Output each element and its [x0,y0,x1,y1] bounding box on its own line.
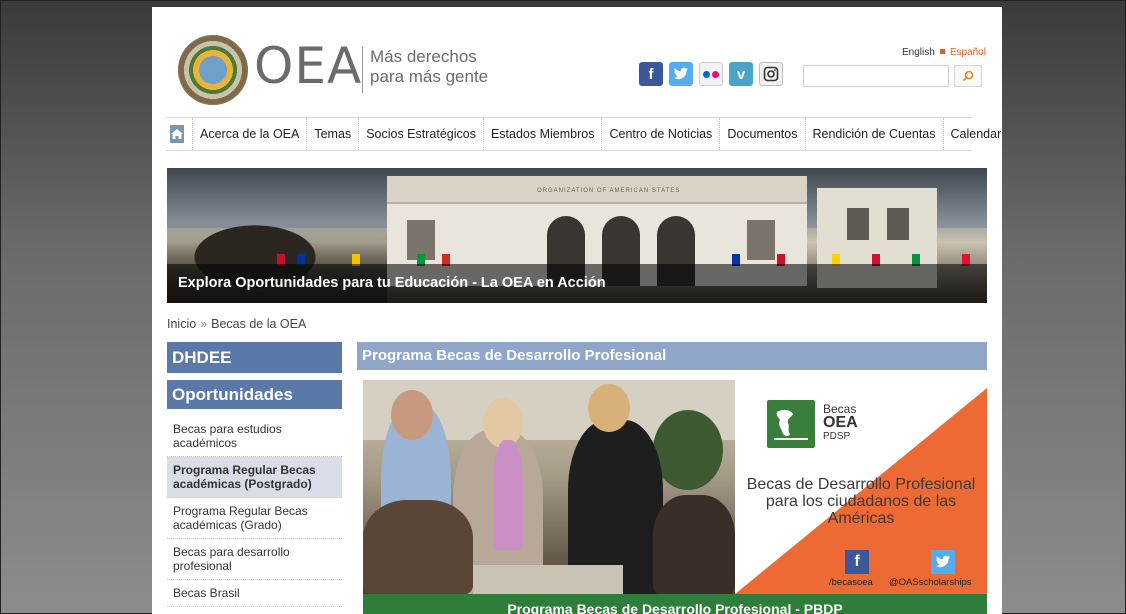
home-icon[interactable] [170,125,184,143]
nav-item-temas[interactable]: Temas [306,118,358,150]
logo-text[interactable]: OEA [254,37,362,95]
flickr-icon[interactable] [699,62,723,86]
lang-separator-icon [939,49,945,54]
becas-logo-line2: OEA [823,414,858,431]
nav-item-acerca[interactable]: Acerca de la OEA [192,118,306,150]
sidebar-heading-oportunidades[interactable]: Oportunidades [167,380,342,409]
sidebar-item-becas-estudios[interactable]: Becas para estudios académicos [167,416,342,457]
becas-logo-text: Becas OEA PDSP [823,402,858,444]
search-input[interactable] [803,65,949,87]
sidebar-heading-dhdee[interactable]: DHDEE [167,342,342,373]
breadcrumb-separator: » [200,317,208,331]
sidebar-item-regular-grado[interactable]: Programa Regular Becas académicas (Grado… [167,498,342,539]
twitter-icon[interactable] [669,62,693,86]
building-inscription: ORGANIZATION OF AMERICAN STATES [537,188,681,194]
facebook-icon[interactable]: f [639,62,663,86]
vimeo-icon[interactable]: v [729,62,753,86]
logo-divider [362,47,363,93]
promo-panel[interactable]: Becas OEA PDSP Becas de Desarrollo Profe… [735,388,987,594]
oas-seal-logo[interactable] [178,35,248,105]
nav-item-estados[interactable]: Estados Miembros [482,118,602,150]
hero-banner[interactable]: ORGANIZATION OF AMERICAN STATES Explora … [167,168,987,303]
becas-logo-line3: PDSP [823,431,851,442]
language-switcher: English Español [902,47,986,58]
hero-caption[interactable]: Explora Oportunidades para tu Educación … [167,264,987,303]
sidebar-item-regular-postgrado[interactable]: Programa Regular Becas académicas (Postg… [167,457,342,498]
becas-logo-icon [767,400,815,448]
promo-facebook-icon[interactable]: f [845,550,869,574]
lang-english-link[interactable]: English [902,47,935,58]
sidebar-item-desarrollo-profesional[interactable]: Becas para desarrollo profesional [167,539,342,580]
lang-spanish-link[interactable]: Español [950,47,986,58]
breadcrumb: Inicio » Becas de la OEA [167,317,306,331]
tagline-line2: para más gente [370,67,489,86]
participants-photo [363,380,735,594]
tagline-line1: Más derechos [370,47,477,66]
main-nav: Acerca de la OEA Temas Socios Estratégic… [166,117,1002,151]
tagline: Más derechos para más gente [370,47,488,87]
search-button[interactable] [954,65,982,87]
promo-description: Becas de Desarrollo Profesional para los… [746,476,976,527]
page: OEA Más derechos para más gente English E… [152,7,1002,614]
page-title: Programa Becas de Desarrollo Profesional [357,342,987,370]
instagram-icon[interactable] [759,62,783,86]
nav-item-documentos[interactable]: Documentos [719,118,804,150]
sidebar-links: Becas para estudios académicos Programa … [167,416,342,607]
breadcrumb-current: Becas de la OEA [211,317,307,331]
nav-item-noticias[interactable]: Centro de Noticias [601,118,719,150]
sidebar-item-becas-brasil[interactable]: Becas Brasil [167,580,342,607]
search-icon [962,70,974,82]
nav-item-socios[interactable]: Socios Estratégicos [358,118,483,150]
program-banner[interactable]: Programa Becas de Desarrollo Profesional… [363,594,987,614]
promo-twitter-handle[interactable]: @OASscholarships [889,577,972,588]
breadcrumb-home-link[interactable]: Inicio [167,317,196,331]
nav-item-calendario[interactable]: Calendario [942,118,1002,150]
nav-item-rendicion[interactable]: Rendición de Cuentas [804,118,943,150]
promo-twitter-icon[interactable] [931,550,955,574]
promo-facebook-handle[interactable]: /becasoea [829,577,873,588]
social-links: f v [639,62,783,86]
